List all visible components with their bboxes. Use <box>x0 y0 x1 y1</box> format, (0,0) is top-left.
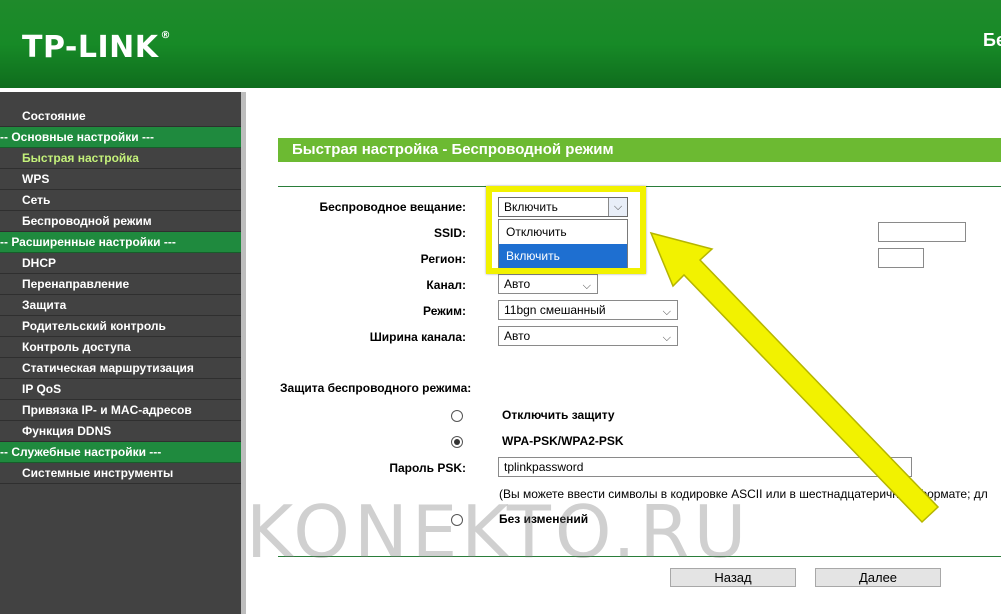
arrow-annotation <box>649 231 940 524</box>
